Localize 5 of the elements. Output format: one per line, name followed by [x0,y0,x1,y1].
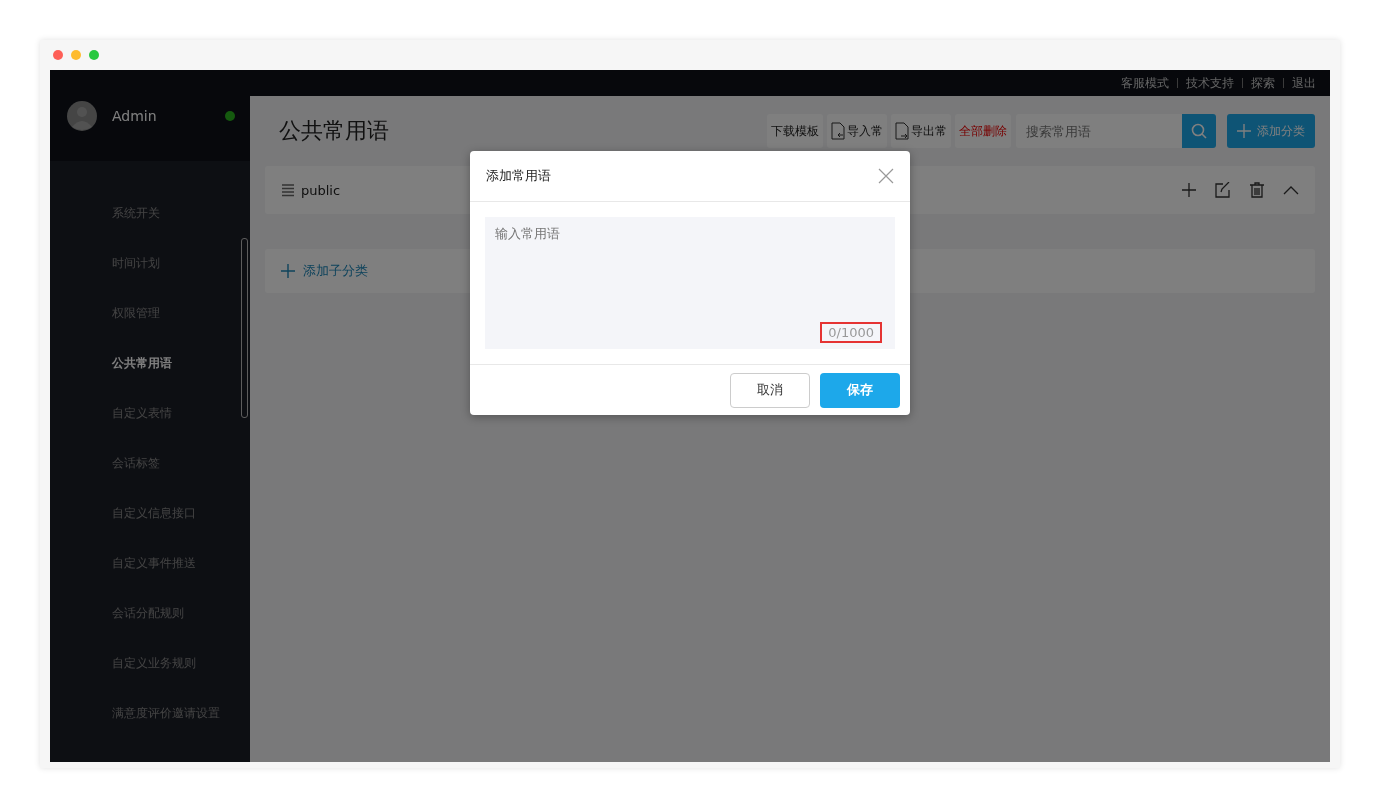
character-counter: 0/1000 [820,322,882,343]
page-title: 公共常用语 [279,117,389,145]
dialog-title: 添加常用语 [486,167,551,185]
category-name: public [301,182,341,198]
user-name: Admin [112,107,158,124]
